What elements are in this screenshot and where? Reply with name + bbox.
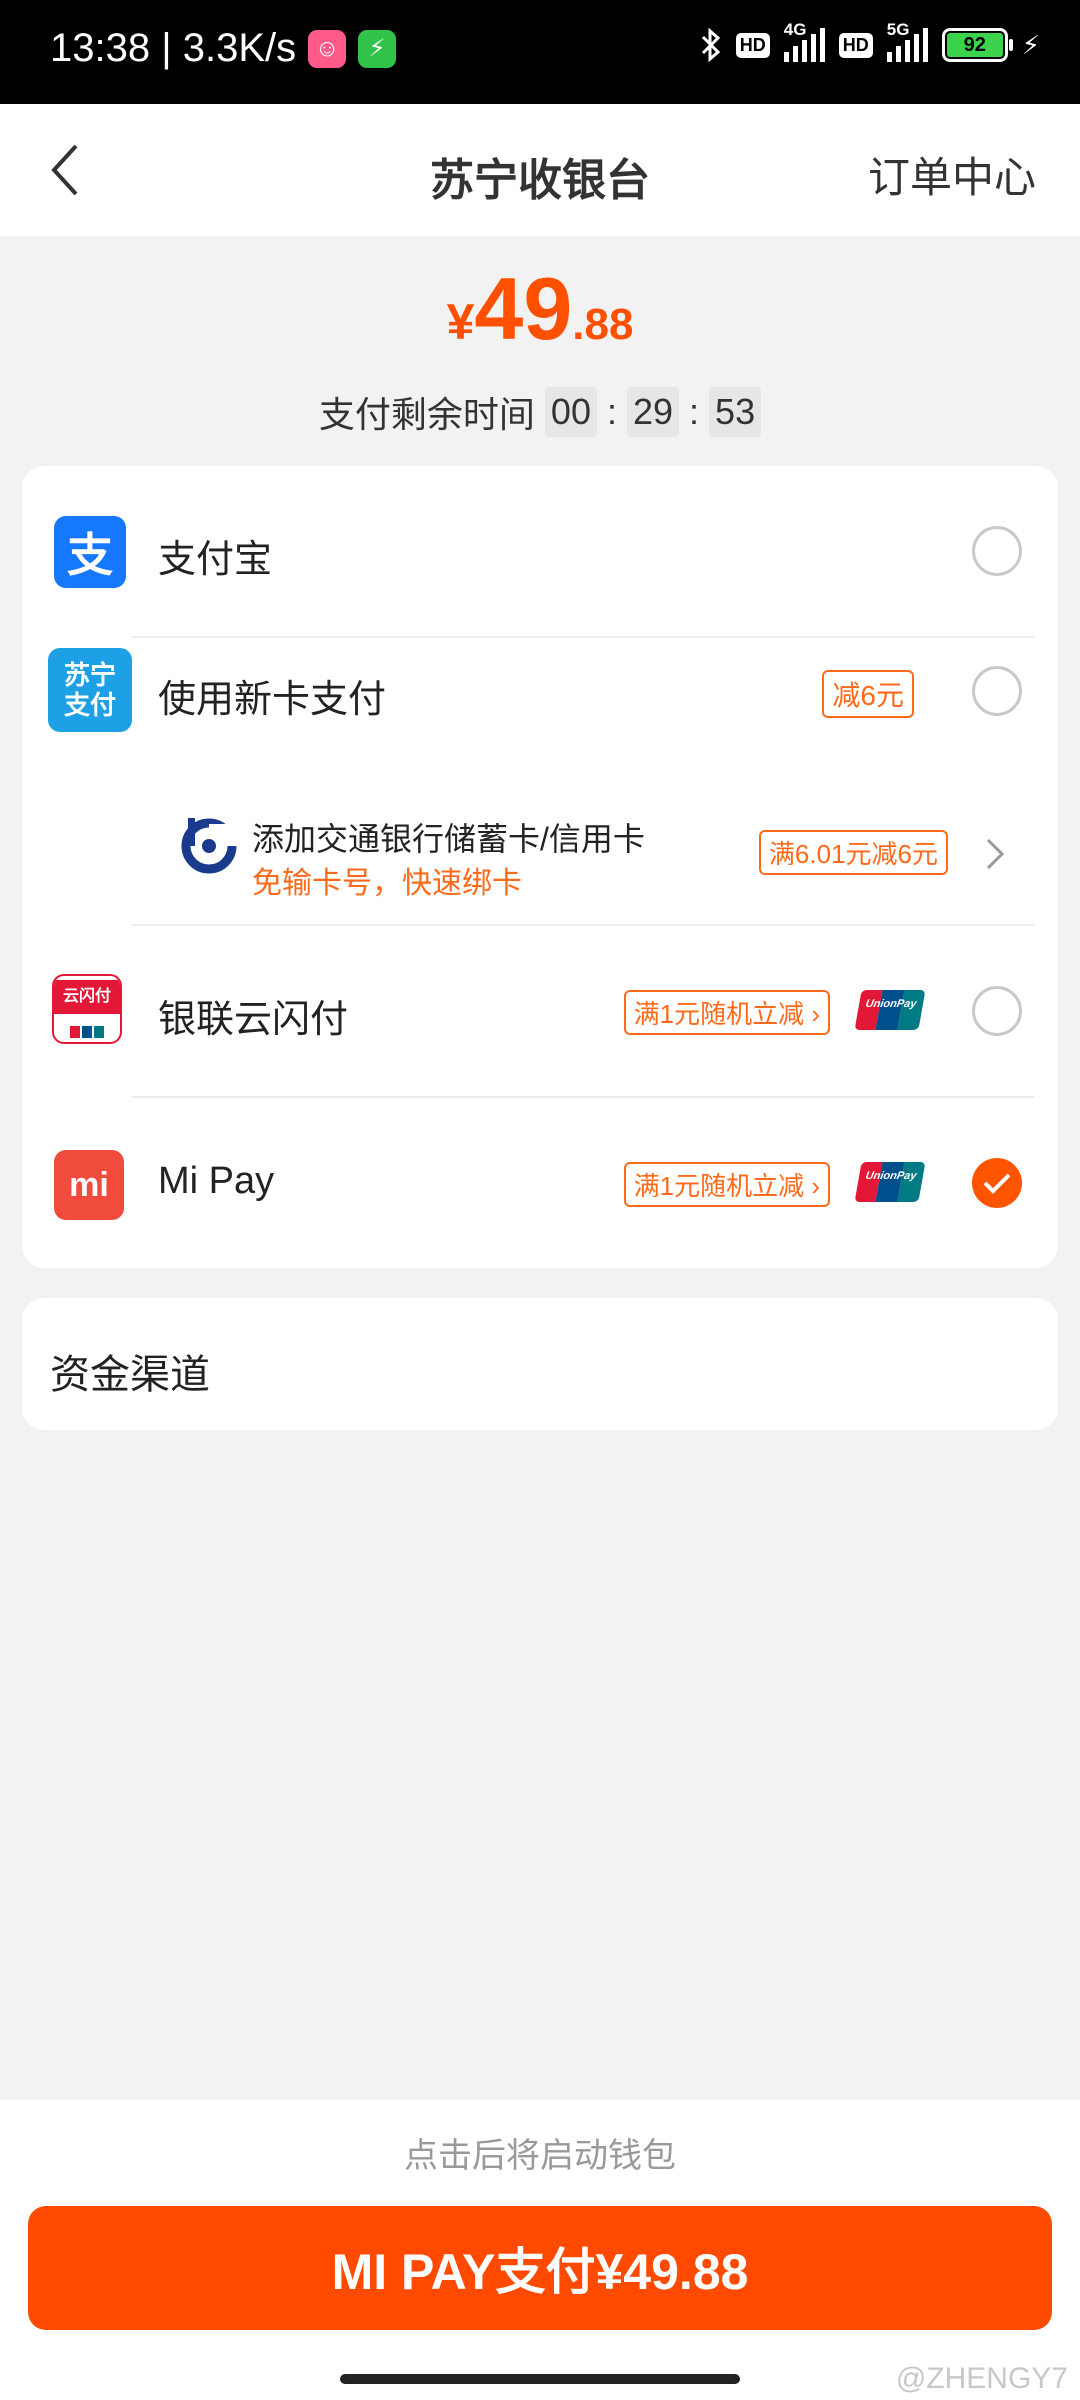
suning-pay-icon: 苏宁支付	[48, 648, 132, 732]
countdown-timer: 支付剩余时间 00 : 29 : 53	[0, 386, 1080, 438]
mi-pay-promo-text: 满1元随机立减	[633, 1171, 805, 1201]
bank-offer-subtitle: 免输卡号，快速绑卡	[252, 867, 522, 900]
mi-pay-promo-tag[interactable]: 满1元随机立减 ›	[623, 1162, 830, 1207]
payment-option-mi-pay[interactable]: mi Mi Pay 满1元随机立减 › UnionPay	[22, 1098, 1058, 1268]
hd-badge-2: HD	[838, 32, 873, 58]
app-notification-icon: ☺	[308, 29, 347, 68]
timer-minutes: 29	[626, 387, 680, 437]
suning-pay-icon-text: 苏宁支付	[63, 660, 116, 720]
new-card-discount-tag: 减6元	[822, 670, 914, 718]
amount-currency: ¥	[446, 294, 475, 350]
unionpay-logo-icon: UnionPay	[854, 1162, 926, 1202]
timer-sep-1: :	[606, 391, 617, 432]
alipay-icon-text: 支	[67, 529, 113, 581]
home-indicator[interactable]	[340, 2374, 740, 2384]
fund-channel-card[interactable]: 资金渠道	[22, 1298, 1058, 1430]
header: 苏宁收银台 订单中心	[0, 104, 1080, 236]
net-label-5g: 5G	[886, 20, 910, 39]
payment-amount: ¥49.88	[0, 258, 1080, 360]
status-bar: 13:38 | 3.3K/s ☺ ⚡ HD 4G HD 5G 92 ⚡	[0, 0, 1080, 104]
unionpay-radio[interactable]	[972, 986, 1022, 1036]
payment-option-alipay[interactable]: 支 支付宝	[22, 466, 1058, 636]
status-time-speed: 13:38 | 3.3K/s	[50, 26, 297, 70]
alipay-radio[interactable]	[972, 526, 1022, 576]
net-label-4g: 4G	[783, 20, 807, 39]
battery-level: 92	[946, 33, 1003, 57]
timer-hours: 00	[544, 387, 597, 437]
watermark: @ZHENGY7	[895, 2362, 1068, 2395]
quickpass-icon-text: 云闪付	[54, 980, 120, 1014]
fund-channel-label: 资金渠道	[50, 1353, 210, 1397]
amount-integer: 49	[474, 259, 573, 358]
bluetooth-icon	[701, 28, 720, 62]
mi-pay-label: Mi Pay	[158, 1160, 275, 1202]
checkmark-icon	[983, 1173, 1011, 1194]
signal-5g-icon: 5G	[886, 20, 928, 62]
unionpay-label: 银联云闪付	[158, 999, 349, 1041]
xiaomi-icon-text: mi	[69, 1165, 109, 1204]
order-center-link[interactable]: 订单中心	[868, 144, 1036, 205]
unionpay-logo-icon: UnionPay	[854, 990, 926, 1030]
amount-decimal: .88	[572, 300, 634, 349]
bank-offer-tag: 满6.01元减6元	[758, 830, 948, 875]
charging-app-icon: ⚡	[358, 29, 397, 68]
new-card-label: 使用新卡支付	[158, 679, 387, 721]
payment-methods-card: 支 支付宝 苏宁支付 使用新卡支付 减6元 添加交通银行储蓄卡/信用卡 免输卡号…	[22, 466, 1058, 1268]
timer-seconds: 53	[709, 387, 762, 437]
payment-option-new-card[interactable]: 苏宁支付 使用新卡支付 减6元	[22, 638, 1058, 806]
mi-pay-radio-checked[interactable]	[972, 1158, 1022, 1208]
battery-icon: 92	[941, 28, 1013, 62]
charging-icon: ⚡	[1021, 29, 1040, 60]
bank-offer-title: 添加交通银行储蓄卡/信用卡	[252, 821, 645, 857]
timer-sep-2: :	[689, 391, 700, 432]
bocom-bank-icon	[181, 818, 238, 874]
pay-button[interactable]: MI PAY支付¥49.88	[28, 2206, 1052, 2330]
payment-option-unionpay[interactable]: 云闪付 银联云闪付 满1元随机立减 › UnionPay	[22, 926, 1058, 1096]
xiaomi-icon: mi	[54, 1150, 124, 1220]
unionpay-quickpass-icon: 云闪付	[52, 974, 122, 1044]
alipay-label: 支付宝	[158, 539, 273, 581]
wallet-hint: 点击后将启动钱包	[404, 2137, 676, 2175]
alipay-icon: 支	[54, 516, 126, 588]
signal-4g-icon: 4G	[783, 20, 825, 62]
chevron-right-icon	[986, 838, 1005, 870]
unionpay-promo-text: 满1元随机立减	[633, 999, 805, 1029]
new-card-radio[interactable]	[972, 666, 1022, 716]
timer-label: 支付剩余时间	[318, 394, 535, 435]
unionpay-promo-tag[interactable]: 满1元随机立减 ›	[623, 990, 830, 1035]
bottom-bar: 点击后将启动钱包 MI PAY支付¥49.88 @ZHENGY7	[0, 2100, 1080, 2400]
hd-badge: HD	[735, 32, 770, 58]
